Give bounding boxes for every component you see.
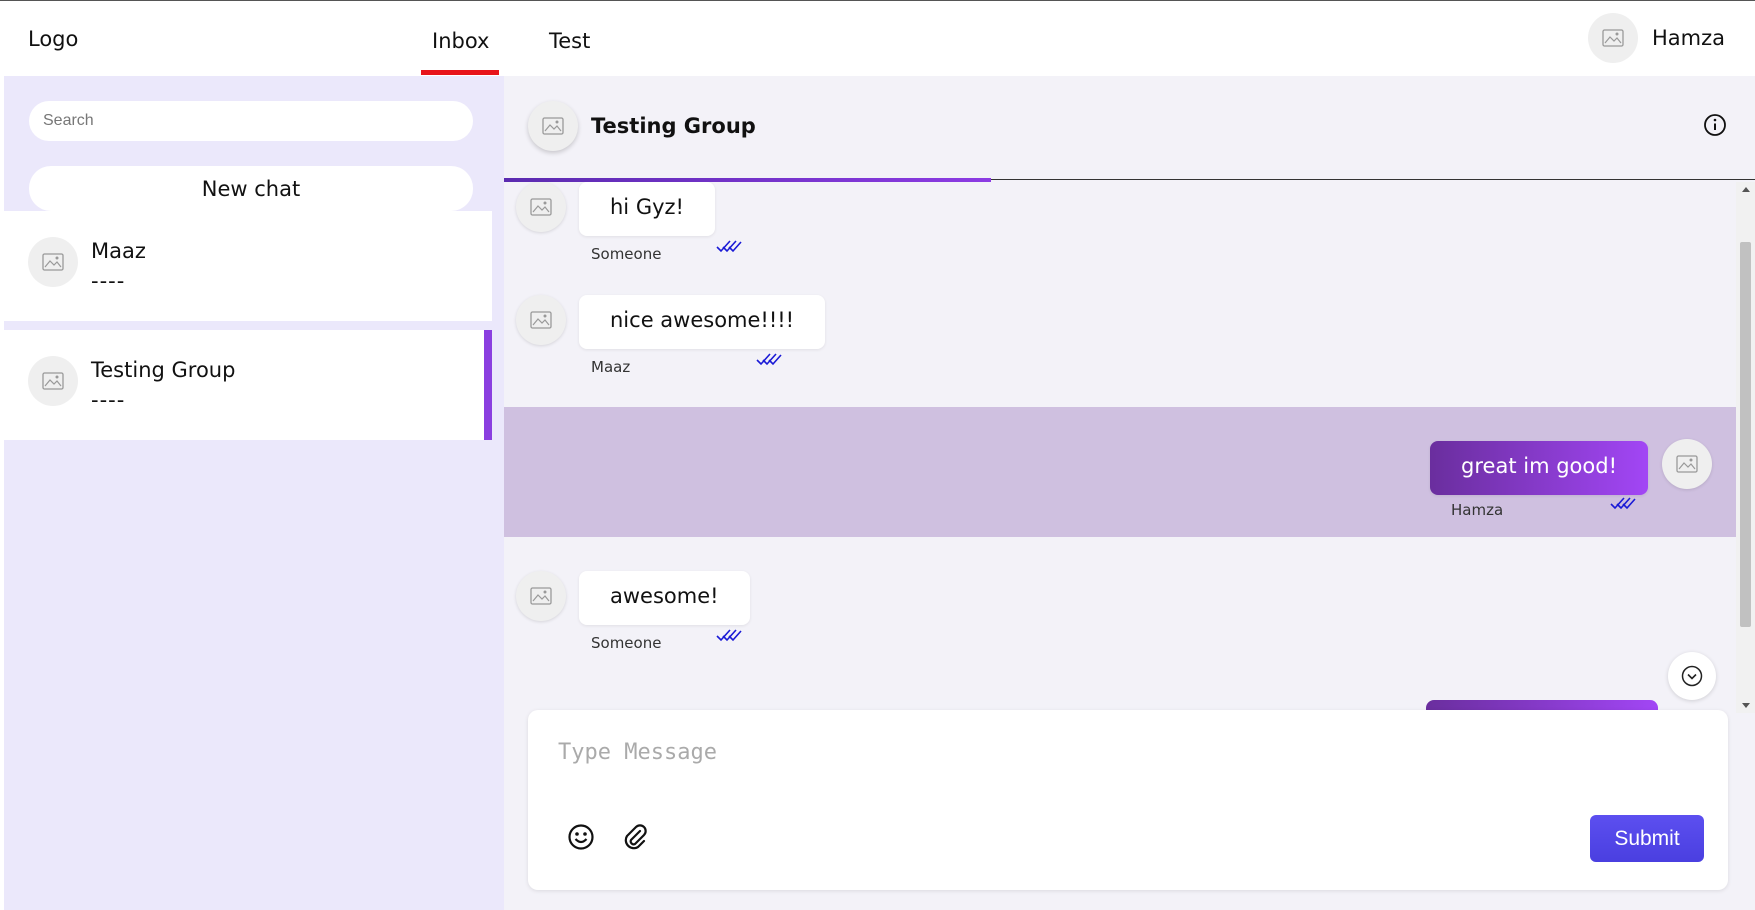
double-check-icon <box>716 240 742 253</box>
info-icon[interactable] <box>1703 113 1727 137</box>
tab-test[interactable]: Test <box>549 29 590 53</box>
message-sender: Someone <box>591 245 662 263</box>
search-input[interactable] <box>29 101 473 141</box>
chat-name: Testing Group <box>91 358 236 382</box>
chat-panel: Testing Group hi Gyz! Someone nice aweso… <box>504 76 1755 910</box>
double-check-icon <box>756 353 782 366</box>
emoji-icon[interactable] <box>566 822 596 852</box>
message-input[interactable] <box>558 740 1558 780</box>
active-tab-indicator <box>421 70 499 75</box>
submit-button[interactable]: Submit <box>1590 815 1704 862</box>
image-placeholder-icon <box>530 198 552 216</box>
message-bubble[interactable]: hi Gyz! <box>579 182 715 236</box>
message-bubble-own[interactable]: great im good! <box>1430 441 1648 495</box>
user-menu[interactable]: Hamza <box>1587 13 1725 63</box>
message-bubble[interactable]: nice awesome!!!! <box>579 295 826 349</box>
own-avatar <box>1662 439 1712 489</box>
group-avatar[interactable] <box>528 101 578 151</box>
sidebar: New chat Maaz ---- Testing Group ---- <box>4 76 504 910</box>
image-placeholder-icon <box>42 253 64 271</box>
app-header: Logo Inbox Test Hamza <box>0 1 1755 76</box>
message-row: nice awesome!!!! Maaz <box>504 282 1736 392</box>
message-row-highlighted: great im good! Hamza <box>504 407 1736 537</box>
message-sender: Maaz <box>591 358 631 376</box>
message-composer: Submit <box>528 710 1728 890</box>
image-placeholder-icon <box>542 117 564 135</box>
chat-avatar <box>28 237 78 287</box>
chat-title: Testing Group <box>591 114 756 138</box>
paperclip-icon[interactable] <box>620 822 650 852</box>
chat-header: Testing Group <box>504 76 1755 180</box>
new-chat-button[interactable]: New chat <box>29 166 473 211</box>
image-placeholder-icon <box>42 372 64 390</box>
chevron-down-circle-icon <box>1681 665 1703 687</box>
message-row: hi Gyz! Someone <box>504 182 1736 276</box>
chat-list-item-maaz[interactable]: Maaz ---- <box>4 211 492 321</box>
message-list: hi Gyz! Someone nice awesome!!!! Maaz gr… <box>504 182 1736 713</box>
logo[interactable]: Logo <box>28 27 78 51</box>
image-placeholder-icon <box>1676 455 1698 473</box>
chat-list-item-testing-group[interactable]: Testing Group ---- <box>4 330 492 440</box>
double-check-icon <box>716 629 742 642</box>
message-sender: Someone <box>591 634 662 652</box>
scroll-down-arrow[interactable] <box>1742 703 1750 708</box>
chat-preview: ---- <box>91 269 126 293</box>
image-placeholder-icon <box>530 587 552 605</box>
double-check-icon <box>1610 497 1636 510</box>
message-scrollbar[interactable] <box>1736 182 1755 713</box>
sender-avatar <box>516 295 566 345</box>
chat-avatar <box>28 356 78 406</box>
scroll-to-bottom-button[interactable] <box>1668 652 1716 700</box>
scroll-up-arrow[interactable] <box>1742 187 1750 192</box>
chat-preview: ---- <box>91 388 126 412</box>
message-sender: Hamza <box>1451 501 1504 519</box>
user-avatar[interactable] <box>1587 13 1638 63</box>
sender-avatar <box>516 182 566 232</box>
message-row: awesome! Someone <box>504 558 1736 668</box>
sender-avatar <box>516 571 566 621</box>
message-bubble[interactable]: awesome! <box>579 571 750 625</box>
image-placeholder-icon <box>530 311 552 329</box>
scroll-thumb[interactable] <box>1740 242 1751 627</box>
user-name: Hamza <box>1651 26 1725 50</box>
chat-name: Maaz <box>91 239 146 263</box>
image-placeholder-icon <box>1602 29 1624 47</box>
tab-inbox[interactable]: Inbox <box>432 29 489 53</box>
